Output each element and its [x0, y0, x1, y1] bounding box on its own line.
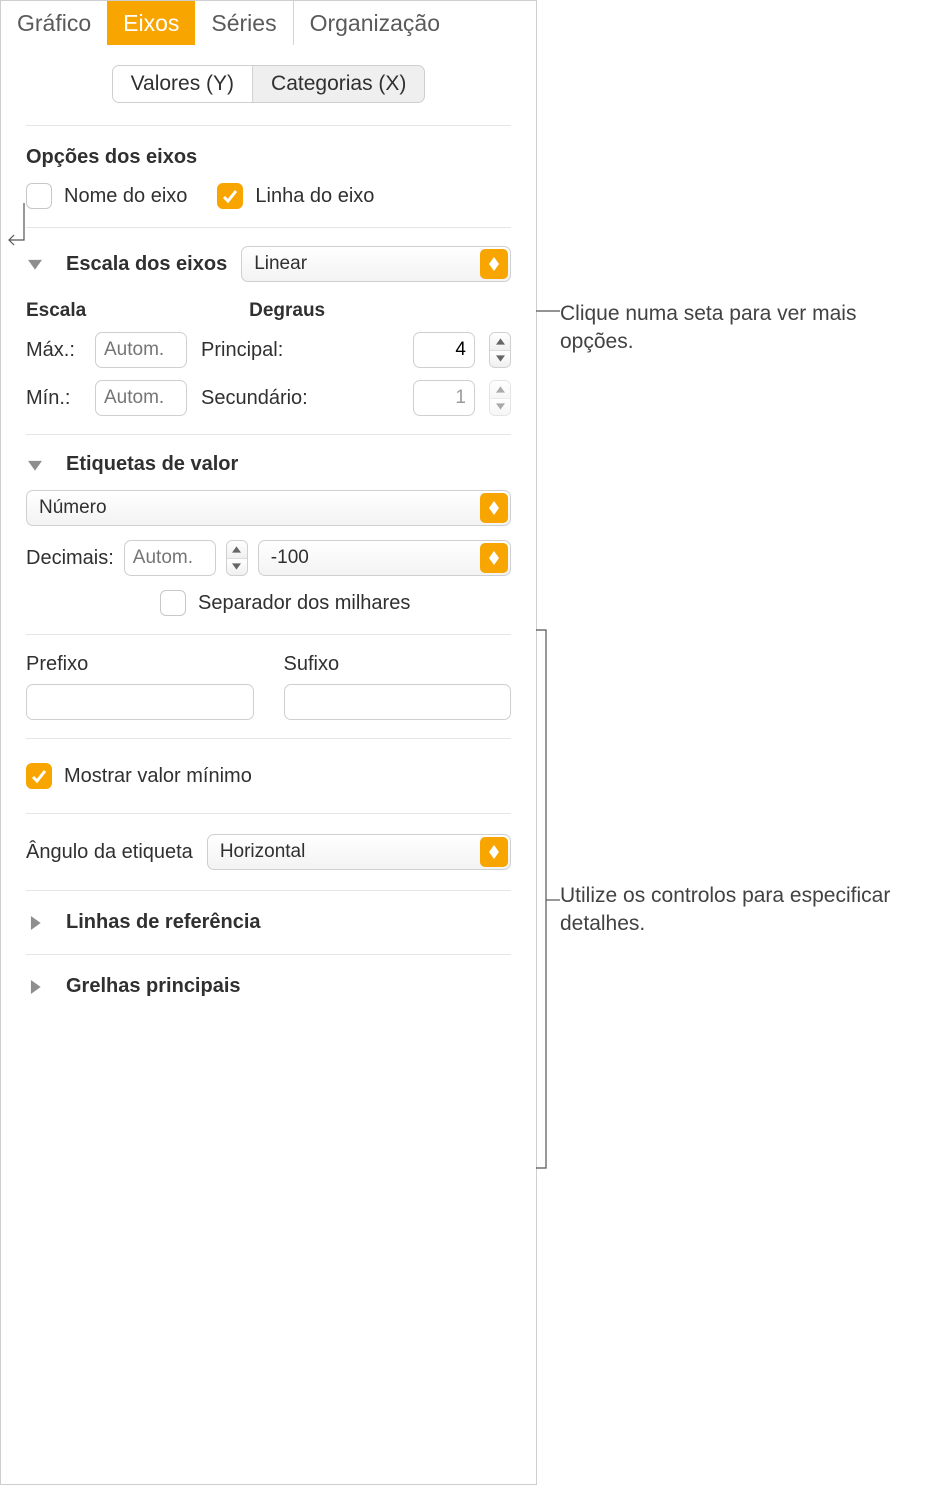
- decimals-step-up[interactable]: [227, 541, 247, 558]
- checkbox-linha-eixo[interactable]: [217, 183, 243, 209]
- disclosure-reference-lines-icon[interactable]: [26, 914, 44, 932]
- label-angle-label: Ângulo da etiqueta: [26, 841, 193, 864]
- disclosure-major-grids-icon[interactable]: [26, 978, 44, 996]
- decimals-stepper[interactable]: [226, 540, 248, 576]
- decimals-input[interactable]: [124, 540, 216, 576]
- value-labels-heading: Etiquetas de valor: [66, 453, 238, 476]
- format-select-value: Número: [39, 497, 107, 519]
- label-angle-section: Ângulo da etiqueta Horizontal: [26, 814, 511, 891]
- reference-lines-row[interactable]: Linhas de referência: [26, 891, 511, 955]
- label-angle-select-value: Horizontal: [220, 841, 306, 863]
- max-input[interactable]: [95, 332, 187, 368]
- callout-top: Clique numa seta para ver mais opções.: [560, 300, 930, 357]
- label-linha-eixo: Linha do eixo: [255, 185, 374, 208]
- main-tab-series[interactable]: Séries: [195, 1, 292, 45]
- show-min-label: Mostrar valor mínimo: [64, 765, 252, 788]
- label-angle-select[interactable]: Horizontal: [207, 834, 511, 870]
- min-label: Mín.:: [26, 387, 81, 410]
- axis-scale-section: Escala dos eixos Linear Escala Degraus M…: [26, 228, 511, 435]
- updown-icon: [480, 543, 508, 573]
- prefix-label: Prefixo: [26, 653, 254, 676]
- label-nome-eixo: Nome do eixo: [64, 185, 187, 208]
- show-min-section: Mostrar valor mínimo: [26, 739, 511, 814]
- subtab-valores-y[interactable]: Valores (Y): [113, 66, 252, 102]
- main-tab-organizacao[interactable]: Organização: [293, 1, 456, 45]
- reference-lines-heading: Linhas de referência: [66, 911, 261, 934]
- checkbox-show-min[interactable]: [26, 763, 52, 789]
- principal-input[interactable]: [413, 332, 475, 368]
- secundario-label: Secundário:: [201, 387, 308, 410]
- disclosure-axis-scale-icon[interactable]: [26, 255, 44, 273]
- suffix-input[interactable]: [284, 684, 512, 720]
- prefix-input[interactable]: [26, 684, 254, 720]
- degraus-heading: Degraus: [249, 300, 511, 322]
- checkbox-nome-eixo[interactable]: [26, 183, 52, 209]
- axis-scale-heading: Escala dos eixos: [66, 253, 227, 276]
- checkbox-thousands[interactable]: [160, 590, 186, 616]
- major-grids-heading: Grelhas principais: [66, 975, 241, 998]
- axis-scale-select-value: Linear: [254, 253, 307, 275]
- main-tabs: Gráfico Eixos Séries Organização: [1, 1, 536, 45]
- decimals-label: Decimais:: [26, 547, 114, 570]
- major-grids-row[interactable]: Grelhas principais: [26, 955, 511, 1018]
- updown-icon: [480, 493, 508, 523]
- axis-options-heading: Opções dos eixos: [26, 146, 511, 169]
- main-tab-grafico[interactable]: Gráfico: [1, 1, 107, 45]
- principal-step-down[interactable]: [490, 350, 510, 368]
- prefix-suffix-section: Prefixo Sufixo: [26, 635, 511, 739]
- principal-label: Principal:: [201, 339, 283, 362]
- main-tab-eixos[interactable]: Eixos: [107, 1, 195, 45]
- axis-scale-select[interactable]: Linear: [241, 246, 511, 282]
- sign-select[interactable]: -100: [258, 540, 511, 576]
- secundario-step-down[interactable]: [490, 398, 510, 416]
- disclosure-value-labels-icon[interactable]: [26, 456, 44, 474]
- callout-bottom: Utilize os controlos para especificar de…: [560, 882, 930, 939]
- value-labels-section: Etiquetas de valor Número Decimais: -100: [26, 435, 511, 635]
- principal-step-up[interactable]: [490, 333, 510, 350]
- format-select[interactable]: Número: [26, 490, 511, 526]
- thousands-label: Separador dos milhares: [198, 592, 410, 615]
- inspector-panel: Gráfico Eixos Séries Organização Valores…: [0, 0, 537, 1485]
- secundario-step-up[interactable]: [490, 381, 510, 398]
- axis-subtabs: Valores (Y) Categorias (X): [26, 45, 511, 126]
- decimals-step-down[interactable]: [227, 558, 247, 576]
- escala-heading: Escala: [26, 300, 249, 322]
- updown-icon: [480, 249, 508, 279]
- subtab-categorias-x[interactable]: Categorias (X): [252, 66, 424, 102]
- axis-options-section: Opções dos eixos Nome do eixo Linha do e…: [26, 126, 511, 228]
- principal-stepper[interactable]: [489, 332, 511, 368]
- secundario-input[interactable]: [413, 380, 475, 416]
- updown-icon: [480, 837, 508, 867]
- min-input[interactable]: [95, 380, 187, 416]
- max-label: Máx.:: [26, 339, 81, 362]
- sign-select-value: -100: [271, 547, 309, 569]
- secundario-stepper[interactable]: [489, 380, 511, 416]
- suffix-label: Sufixo: [284, 653, 512, 676]
